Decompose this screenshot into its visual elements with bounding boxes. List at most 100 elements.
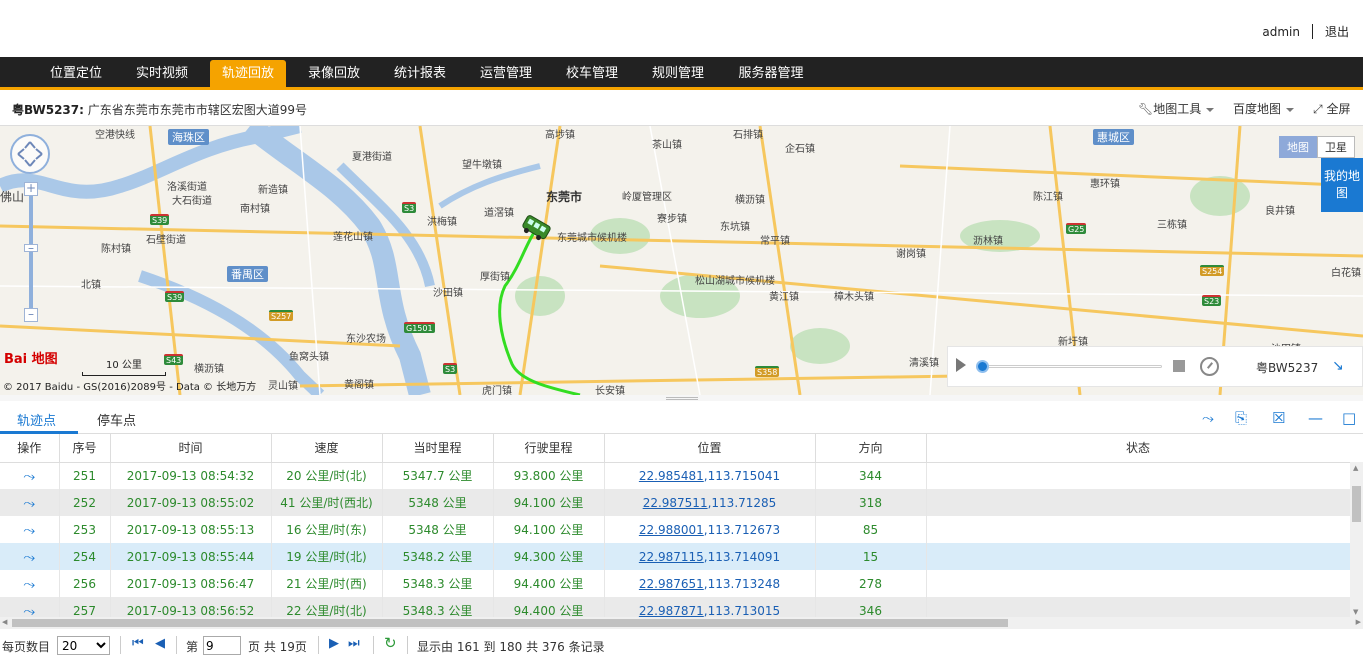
table-header-row: 操作 序号 时间 速度 当时里程 行驶里程 位置 方向 状态 [0, 434, 1350, 463]
location-link[interactable]: 22.985481 [639, 469, 704, 483]
next-page-icon[interactable]: ▶︎ [329, 636, 339, 651]
map-label: 东坑镇 [720, 222, 750, 233]
map-label: 茶山镇 [652, 140, 682, 151]
scroll-down-icon[interactable]: ▼ [1353, 608, 1358, 616]
page-number-input[interactable] [203, 636, 241, 655]
nav-item-server[interactable]: 服务器管理 [726, 60, 816, 90]
track-icon[interactable]: ⤳ [0, 543, 60, 570]
map-tools-dropdown[interactable]: 🔧︎地图工具 [1138, 100, 1215, 117]
scrollbar-thumb[interactable] [1352, 486, 1361, 522]
map-type-satellite[interactable]: 卫星 [1317, 136, 1355, 158]
minimize-icon[interactable]: — [1308, 409, 1323, 427]
table-vertical-scrollbar[interactable]: ▲ ▼ [1350, 462, 1363, 618]
location-link[interactable]: 22.988001 [639, 523, 704, 537]
nav-item-live-video[interactable]: 实时视频 [124, 60, 200, 90]
tab-parking-points[interactable]: 停车点 [97, 410, 136, 429]
baidu-logo: Bai 地图 [4, 352, 58, 367]
cell-time: 2017-09-13 08:55:44 [110, 543, 272, 570]
export-icon[interactable]: ⎘ [1235, 409, 1247, 427]
map-label: 惠环镇 [1090, 179, 1120, 190]
map-provider-dropdown[interactable]: 百度地图 [1233, 100, 1295, 117]
cell-speed: 21 公里/时(西) [271, 570, 383, 597]
col-header: 时间 [110, 434, 272, 463]
nav-item-track-playback[interactable]: 轨迹回放 [210, 60, 286, 90]
logout-link[interactable]: 退出 [1325, 23, 1349, 40]
track-icon[interactable]: ⤳ [0, 597, 60, 618]
scrollbar-thumb[interactable] [12, 619, 1008, 627]
map-label: 陈村镇 [101, 244, 131, 255]
table-horizontal-scrollbar[interactable]: ◀ ▶ [0, 617, 1363, 629]
table-row[interactable]: ⤳ 254 2017-09-13 08:55:44 19 公里/时(北) 534… [0, 543, 1350, 570]
zoom-out-button[interactable]: – [24, 308, 38, 322]
cell-direction: 344 [815, 462, 927, 489]
refresh-icon[interactable]: ↻ [384, 634, 397, 652]
location-link[interactable]: 22.987871 [639, 604, 704, 618]
cell-lng: ,113.713015 [703, 603, 781, 618]
scroll-right-icon[interactable]: ▶ [1356, 618, 1361, 626]
zoom-in-button[interactable]: + [24, 182, 38, 196]
tab-track-points[interactable]: 轨迹点 [17, 410, 56, 429]
track-icon[interactable]: ⤳ [0, 570, 60, 597]
nav-item-reports[interactable]: 统计报表 [382, 60, 458, 90]
track-points-table: 操作 序号 时间 速度 当时里程 行驶里程 位置 方向 状态 ⤳ 251 201… [0, 434, 1350, 618]
table-row[interactable]: ⤳ 257 2017-09-13 08:56:52 22 公里/时(北) 534… [0, 597, 1350, 618]
col-header: 序号 [59, 434, 111, 463]
map-label: 空港快线 [95, 130, 135, 141]
cell-location: 22.988001,113.712673 [604, 516, 816, 543]
highway-shield: S43 [164, 354, 184, 365]
progress-track[interactable] [982, 365, 1162, 368]
map-label: 岭厦管理区 [622, 192, 672, 203]
map-label: 大石街道 [172, 196, 212, 207]
zoom-slider-handle[interactable]: – [24, 242, 38, 254]
cell-trip-mileage: 94.400 公里 [493, 597, 605, 618]
map-label: 常平镇 [760, 236, 790, 247]
progress-handle[interactable] [976, 360, 989, 373]
speed-gauge-icon[interactable] [1200, 357, 1219, 376]
track-icon[interactable]: ⤳ [0, 462, 60, 489]
track-icon[interactable]: ⤳ [0, 516, 60, 543]
map-label: 厚街镇 [480, 272, 510, 283]
location-link[interactable]: 22.987511 [643, 496, 708, 510]
cell-trip-mileage: 94.300 公里 [493, 543, 605, 570]
chevron-down-icon [1286, 107, 1295, 112]
map-canvas[interactable]: 海珠区 番禺区 惠城区 东莞市 东莞城市候机楼 松山湖城市候机楼 佛山 空港快线… [0, 126, 1363, 395]
cell-trip-mileage: 93.800 公里 [493, 462, 605, 489]
stop-icon[interactable] [1173, 360, 1185, 372]
scroll-left-icon[interactable]: ◀ [2, 618, 7, 626]
table-row[interactable]: ⤳ 251 2017-09-13 08:54:32 20 公里/时(北) 534… [0, 462, 1350, 489]
cell-lng: ,113.712673 [703, 522, 781, 537]
last-page-icon[interactable]: ⏭︎ [348, 636, 360, 651]
highway-shield: S257 [269, 310, 294, 321]
excel-icon[interactable]: ☒ [1272, 409, 1285, 427]
scroll-up-icon[interactable]: ▲ [1353, 464, 1358, 472]
my-map-button[interactable]: 我的地图 [1321, 158, 1363, 212]
cell-direction: 15 [815, 543, 927, 570]
prev-page-icon[interactable]: ◀︎ [155, 636, 165, 651]
nav-item-rules[interactable]: 规则管理 [640, 60, 716, 90]
table-row[interactable]: ⤳ 252 2017-09-13 08:55:02 41 公里/时(西北) 53… [0, 489, 1350, 516]
location-link[interactable]: 22.987651 [639, 577, 704, 591]
location-link[interactable]: 22.987115 [639, 550, 704, 564]
cell-location: 22.987511,113.71285 [604, 489, 816, 516]
first-page-icon[interactable]: ⏮︎ [132, 636, 144, 651]
map-type-normal[interactable]: 地图 [1279, 136, 1317, 158]
cell-lng: ,113.71285 [707, 495, 777, 510]
username-link[interactable]: admin [1262, 25, 1300, 39]
nav-item-video-playback[interactable]: 录像回放 [296, 60, 372, 90]
map-label: 佛山 [0, 190, 25, 204]
track-icon[interactable]: ⤳ [0, 489, 60, 516]
nav-item-location[interactable]: 位置定位 [38, 60, 114, 90]
table-row[interactable]: ⤳ 256 2017-09-13 08:56:47 21 公里/时(西) 534… [0, 570, 1350, 597]
record-summary: 显示由 161 到 180 共 376 条记录 [417, 640, 605, 654]
fullscreen-button[interactable]: ⤢ 全屏 [1313, 100, 1350, 117]
maximize-icon[interactable]: □ [1342, 409, 1356, 427]
per-page-select[interactable]: 20 [57, 636, 110, 655]
map-pan-control[interactable] [10, 134, 50, 174]
track-icon[interactable]: ⤳ [1202, 409, 1214, 427]
map-label: 陈江镇 [1033, 192, 1063, 203]
nav-item-school-bus[interactable]: 校车管理 [554, 60, 630, 90]
table-row[interactable]: ⤳ 253 2017-09-13 08:55:13 16 公里/时(东) 534… [0, 516, 1350, 543]
nav-item-operations[interactable]: 运营管理 [468, 60, 544, 90]
collapse-icon[interactable]: ↘ [1332, 358, 1344, 374]
play-icon[interactable] [956, 358, 966, 372]
